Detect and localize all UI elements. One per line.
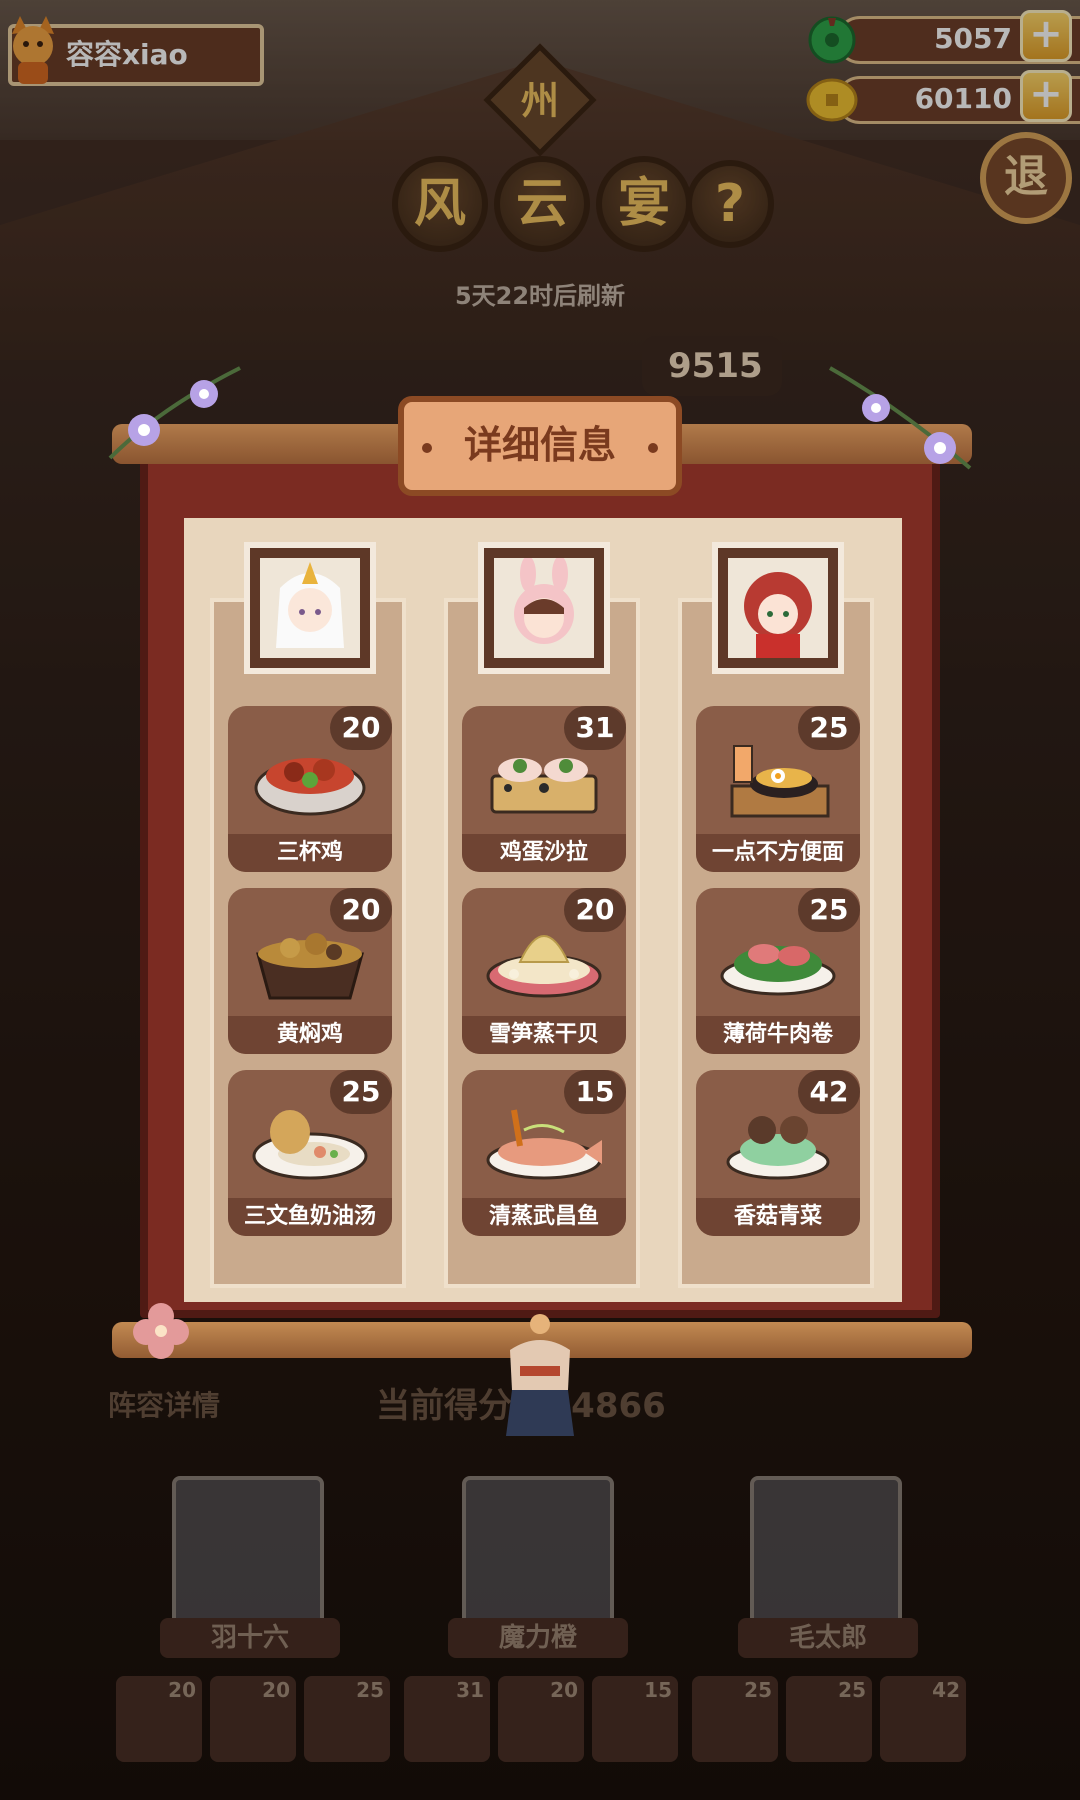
- dish-name: 三杯鸡: [228, 834, 392, 872]
- character-yu-icon: [260, 558, 360, 658]
- flower-decoration-right: [829, 366, 972, 470]
- dish-name: 清蒸武昌鱼: [462, 1198, 626, 1236]
- dish-score: 20: [330, 706, 392, 750]
- plaque-dot-right: [648, 443, 658, 453]
- dish-card[interactable]: 15 清蒸武昌鱼: [462, 1070, 626, 1236]
- dish-name: 雪笋蒸干贝: [462, 1016, 626, 1054]
- dish-card[interactable]: 25 薄荷牛肉卷: [696, 888, 860, 1054]
- dish-name: 黄焖鸡: [228, 1016, 392, 1054]
- dish-name: 薄荷牛肉卷: [696, 1016, 860, 1054]
- flower-decoration-left: [108, 366, 241, 460]
- dish-card[interactable]: 42 香菇青菜: [696, 1070, 860, 1236]
- dish-name: 一点不方便面: [696, 834, 860, 872]
- dish-score: 15: [564, 1070, 626, 1114]
- dish-card[interactable]: 25 一点不方便面: [696, 706, 860, 872]
- character-portrait-2[interactable]: [484, 548, 604, 668]
- dish-card[interactable]: 31 鸡蛋沙拉: [462, 706, 626, 872]
- blossom-decoration: [133, 1303, 189, 1359]
- tassel-ornament: [506, 1314, 574, 1436]
- dish-card[interactable]: 20 黄焖鸡: [228, 888, 392, 1054]
- dish-card[interactable]: 20 雪笋蒸干贝: [462, 888, 626, 1054]
- dish-score: 20: [564, 888, 626, 932]
- dish-score: 25: [798, 888, 860, 932]
- character-portrait-3[interactable]: [718, 548, 838, 668]
- dish-name: 三文鱼奶油汤: [228, 1198, 392, 1236]
- character-red-hair-icon: [728, 558, 828, 658]
- dish-score: 25: [330, 1070, 392, 1114]
- dish-card[interactable]: 20 三杯鸡: [228, 706, 392, 872]
- dish-card[interactable]: 25 三文鱼奶油汤: [228, 1070, 392, 1236]
- character-bunny-icon: [494, 556, 594, 658]
- dish-score: 25: [798, 706, 860, 750]
- panel-title: 详细信息: [398, 396, 682, 496]
- dish-score: 31: [564, 706, 626, 750]
- dish-name: 鸡蛋沙拉: [462, 834, 626, 872]
- plaque-dot-left: [422, 443, 432, 453]
- dish-score: 20: [330, 888, 392, 932]
- character-portrait-1[interactable]: [250, 548, 370, 668]
- dish-score: 42: [798, 1070, 860, 1114]
- dish-name: 香菇青菜: [696, 1198, 860, 1236]
